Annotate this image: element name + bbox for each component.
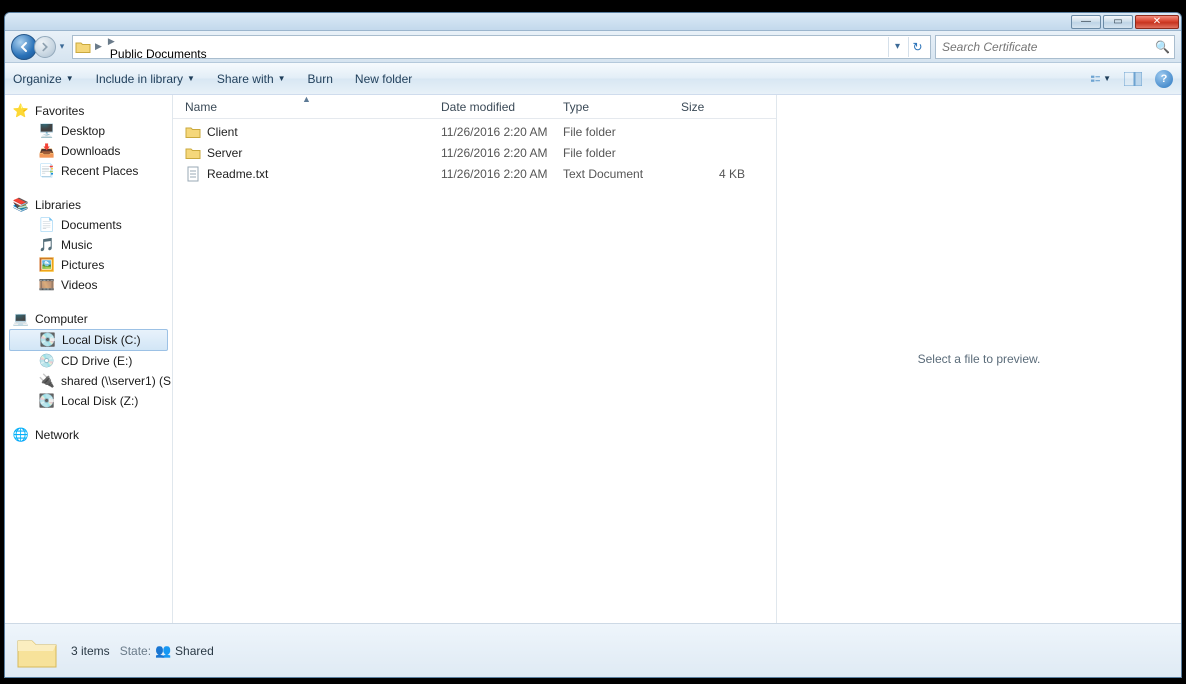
nav-pictures[interactable]: 🖼️Pictures [5, 255, 172, 275]
network-icon: 🌐 [13, 427, 29, 443]
preview-pane: Select a file to preview. [776, 95, 1181, 623]
nav-cd-drive[interactable]: 💿CD Drive (E:) [5, 351, 172, 371]
nav-music[interactable]: 🎵Music [5, 235, 172, 255]
share-with-menu[interactable]: Share with▼ [217, 72, 286, 86]
favorites-group: ⭐ Favorites 🖥️Desktop 📥Downloads 📑Recent… [5, 101, 172, 181]
body: ⭐ Favorites 🖥️Desktop 📥Downloads 📑Recent… [5, 95, 1181, 623]
search-box[interactable]: 🔍 [935, 35, 1175, 59]
preview-pane-button[interactable] [1123, 70, 1143, 88]
navbar: ▾ ▶ Computer▶Local Disk (C:)▶Users▶Publi… [5, 31, 1181, 63]
search-icon[interactable]: 🔍 [1155, 40, 1170, 54]
column-headers: ▲Name Date modified Type Size [173, 95, 776, 119]
file-row[interactable]: Readme.txt 11/26/2016 2:20 AMText Documen… [173, 163, 776, 184]
chevron-right-icon[interactable]: ▶ [93, 41, 104, 52]
drive-icon: 💽 [40, 332, 56, 348]
folder-icon [185, 145, 201, 161]
toolbar: Organize▼ Include in library▼ Share with… [5, 63, 1181, 95]
preview-empty-text: Select a file to preview. [918, 352, 1041, 366]
navigation-pane: ⭐ Favorites 🖥️Desktop 📥Downloads 📑Recent… [5, 95, 173, 623]
computer-group: 💻 Computer 💽Local Disk (C:) 💿CD Drive (E… [5, 309, 172, 411]
nav-recent-places[interactable]: 📑Recent Places [5, 161, 172, 181]
shared-icon: 👥 [155, 643, 171, 659]
nav-downloads[interactable]: 📥Downloads [5, 141, 172, 161]
maximize-button[interactable]: ▭ [1103, 15, 1133, 29]
star-icon: ⭐ [13, 103, 29, 119]
pictures-icon: 🖼️ [39, 257, 55, 273]
status-state-label: State: [120, 644, 151, 658]
folder-icon [185, 124, 201, 140]
documents-icon: 📄 [39, 217, 55, 233]
refresh-button[interactable]: ↻ [908, 37, 926, 57]
videos-icon: 🎞️ [39, 277, 55, 293]
libraries-group: 📚 Libraries 📄Documents 🎵Music 🖼️Pictures… [5, 195, 172, 295]
view-options-button[interactable]: ▼ [1091, 70, 1111, 88]
network-drive-icon: 🔌 [39, 373, 55, 389]
file-name: Server [207, 146, 242, 160]
status-bar: 3 items State: 👥 Shared [5, 623, 1181, 677]
organize-menu[interactable]: Organize▼ [13, 72, 74, 86]
text-file-icon [185, 166, 201, 182]
breadcrumb-public-documents[interactable]: Public Documents [106, 47, 211, 59]
address-bar[interactable]: ▶ Computer▶Local Disk (C:)▶Users▶Public▶… [72, 35, 931, 59]
file-type: Text Document [557, 167, 675, 181]
folder-icon [75, 39, 91, 55]
file-row[interactable]: Server 11/26/2016 2:20 AMFile folder [173, 142, 776, 163]
status-item-count: 3 items [71, 644, 110, 658]
sort-asc-icon: ▲ [302, 94, 311, 104]
recent-icon: 📑 [39, 163, 55, 179]
nav-desktop[interactable]: 🖥️Desktop [5, 121, 172, 141]
desktop-icon: 🖥️ [39, 123, 55, 139]
nav-network-share[interactable]: 🔌shared (\\server1) (S [5, 371, 172, 391]
nav-videos[interactable]: 🎞️Videos [5, 275, 172, 295]
file-date: 11/26/2016 2:20 AM [435, 167, 557, 181]
downloads-icon: 📥 [39, 143, 55, 159]
file-name: Readme.txt [207, 167, 268, 181]
close-button[interactable]: ✕ [1135, 15, 1179, 29]
folder-large-icon [15, 631, 59, 671]
network-header[interactable]: 🌐 Network [5, 425, 172, 445]
col-type[interactable]: Type [557, 95, 675, 118]
computer-header[interactable]: 💻 Computer [5, 309, 172, 329]
nav-history-dropdown[interactable]: ▾ [56, 37, 68, 57]
computer-icon: 💻 [13, 311, 29, 327]
music-icon: 🎵 [39, 237, 55, 253]
file-date: 11/26/2016 2:20 AM [435, 125, 557, 139]
file-type: File folder [557, 146, 675, 160]
address-dropdown[interactable]: ▾ [888, 37, 906, 57]
help-button[interactable]: ? [1155, 70, 1173, 88]
file-list: ▲Name Date modified Type Size Client 11/2… [173, 95, 776, 623]
include-in-library-menu[interactable]: Include in library▼ [96, 72, 195, 86]
cd-icon: 💿 [39, 353, 55, 369]
libraries-header[interactable]: 📚 Libraries [5, 195, 172, 215]
nav-local-disk-z[interactable]: 💽Local Disk (Z:) [5, 391, 172, 411]
file-name: Client [207, 125, 238, 139]
search-input[interactable] [940, 39, 1155, 55]
titlebar: — ▭ ✕ [5, 13, 1181, 31]
burn-button[interactable]: Burn [308, 72, 333, 86]
network-group: 🌐 Network [5, 425, 172, 445]
new-folder-button[interactable]: New folder [355, 72, 412, 86]
chevron-right-icon[interactable]: ▶ [106, 36, 117, 46]
col-date[interactable]: Date modified [435, 95, 557, 118]
nav-documents[interactable]: 📄Documents [5, 215, 172, 235]
file-date: 11/26/2016 2:20 AM [435, 146, 557, 160]
favorites-header[interactable]: ⭐ Favorites [5, 101, 172, 121]
file-size: 4 KB [675, 167, 751, 181]
content-area: ▲Name Date modified Type Size Client 11/2… [173, 95, 1181, 623]
libraries-icon: 📚 [13, 197, 29, 213]
file-rows: Client11/26/2016 2:20 AMFile folderServe… [173, 119, 776, 184]
drive-icon: 💽 [39, 393, 55, 409]
col-size[interactable]: Size [675, 95, 751, 118]
file-row[interactable]: Client 11/26/2016 2:20 AMFile folder [173, 121, 776, 142]
col-name[interactable]: ▲Name [179, 95, 435, 118]
minimize-button[interactable]: — [1071, 15, 1101, 29]
status-state-value: Shared [175, 644, 214, 658]
explorer-window: — ▭ ✕ ▾ ▶ Computer▶Local Disk (C:)▶Users… [4, 12, 1182, 678]
file-type: File folder [557, 125, 675, 139]
forward-button[interactable] [34, 36, 56, 58]
nav-local-disk-c[interactable]: 💽Local Disk (C:) [9, 329, 168, 351]
